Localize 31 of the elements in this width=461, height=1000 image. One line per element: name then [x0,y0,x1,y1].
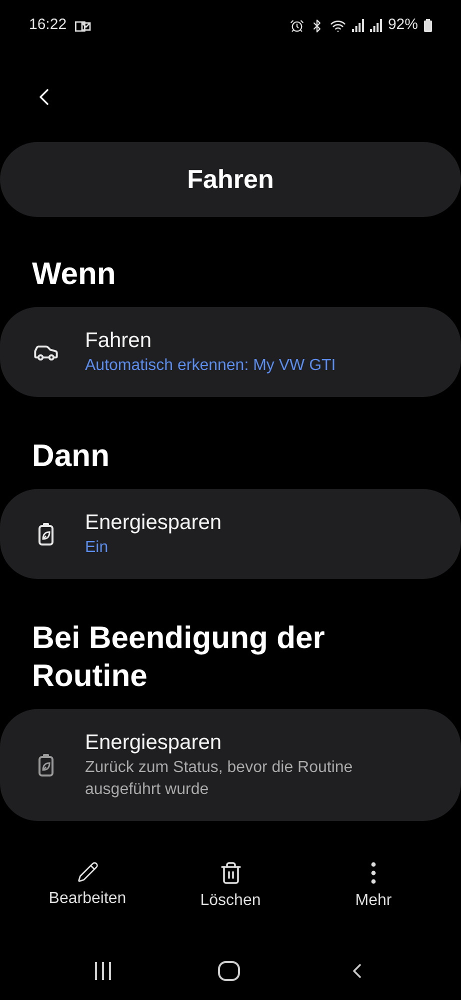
routine-card[interactable]: Energiesparen Ein [0,488,461,579]
home-icon[interactable] [218,961,240,982]
more-icon [371,862,376,884]
status-time: 16:22 [29,15,67,36]
card-title: Energiesparen [85,730,223,756]
notification-icon [74,20,91,32]
signal-icon [370,19,382,32]
routine-name[interactable]: Fahren [0,142,461,217]
card-subtitle: Automatisch erkennen: My VW GTI [85,356,336,376]
section-heading: Bei Beendigung der Routine [31,618,326,695]
card-subtitle: Zurück zum Status, bevor die Routine ausgeführt wurde [85,758,354,800]
trash-icon [218,860,242,885]
alarm-icon [290,18,304,33]
battery-leaf-icon [38,752,54,777]
routine-card[interactable]: Energiesparen Zurück zum Status, bevor die Routine ausgeführt wurde [0,708,461,821]
battery-percent: 92% [388,15,418,36]
card-title: Fahren [85,328,153,354]
battery-icon [424,19,432,32]
card-subtitle: Ein [85,538,110,558]
section-heading: Wenn [31,254,117,293]
routine-card[interactable]: Fahren Automatisch erkennen: My VW GTI [0,306,461,397]
action-button[interactable]: Mehr [318,860,428,913]
action-button[interactable]: Bearbeiten [32,860,142,913]
recent-apps-icon[interactable] [92,962,112,980]
card-title: Energiesparen [85,510,222,536]
battery-leaf-icon [38,522,54,546]
signal-icon [352,19,364,32]
pencil-icon [76,860,98,883]
section-heading: Dann [31,436,110,475]
action-button[interactable]: Löschen [176,860,286,913]
wifi-icon [330,18,346,34]
